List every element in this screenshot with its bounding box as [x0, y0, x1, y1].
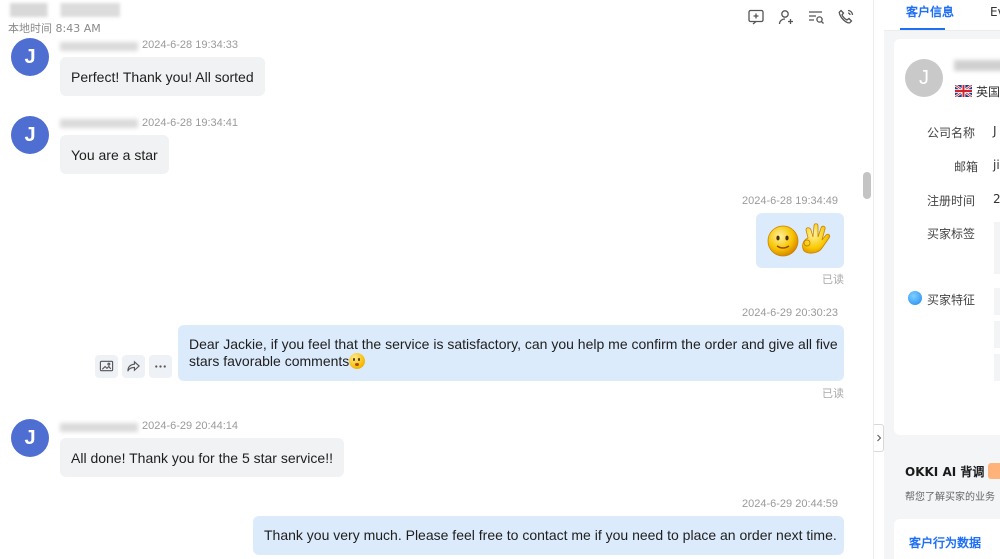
sender-name-redacted: [60, 42, 138, 51]
chat-pane: 本地时间 8:43 AM J 2024-6-28 19:34:33 Perfec…: [0, 0, 873, 559]
message-timestamp: 2024-6-28 19:34:49: [742, 195, 839, 207]
field-label-register-time: 注册时间: [927, 194, 976, 208]
buyer-features-placeholder-3: [994, 354, 1000, 381]
phone-icon[interactable]: [836, 7, 856, 27]
buyer-features-placeholder-2: [994, 321, 1000, 348]
uk-flag-icon: [955, 85, 972, 97]
field-label-buyer-features: 买家特征: [927, 293, 976, 307]
contact-name-redacted: [10, 3, 120, 17]
message-bubble-outgoing[interactable]: [756, 213, 844, 268]
app-root: 本地时间 8:43 AM J 2024-6-28 19:34:33 Perfec…: [0, 0, 1000, 559]
tab-customer-info[interactable]: 客户信息: [906, 3, 954, 20]
chevron-right-icon: [876, 434, 881, 442]
scrollbar-thumb[interactable]: [863, 172, 871, 199]
read-status: 已读: [822, 273, 844, 286]
collapse-panel-button[interactable]: [874, 424, 884, 452]
emoji-smile-ok-icon: [767, 223, 831, 257]
field-label-company: 公司名称: [927, 126, 976, 140]
message-text-line: stars favorable comments: [189, 353, 350, 369]
search-list-icon[interactable]: [806, 7, 826, 27]
sparkle-icon: [908, 291, 922, 305]
read-status: 已读: [822, 387, 844, 400]
contact-avatar[interactable]: J: [11, 116, 49, 154]
customer-avatar: J: [905, 59, 943, 97]
tab-events[interactable]: Ev: [990, 5, 1000, 19]
more-icon[interactable]: [149, 355, 172, 378]
image-icon[interactable]: [95, 355, 118, 378]
panel-tabs: 客户信息 Ev: [884, 0, 1000, 31]
buyer-tags-placeholder: [994, 222, 1000, 274]
ai-badge-icon: [988, 463, 1000, 479]
field-value-email: ji: [993, 158, 1000, 172]
message-timestamp: 2024-6-29 20:44:14: [142, 420, 239, 432]
local-time: 本地时间 8:43 AM: [8, 22, 101, 35]
okki-ai-subtitle: 帮您了解买家的业务: [905, 492, 995, 503]
message-bubble-incoming[interactable]: You are a star: [60, 135, 169, 174]
message-timestamp: 2024-6-29 20:30:23: [742, 307, 839, 319]
field-label-buyer-tags: 买家标签: [927, 227, 976, 241]
customer-behavior-data-link[interactable]: 客户行为数据: [909, 534, 981, 551]
message-bubble-outgoing[interactable]: Dear Jackie, if you feel that the servic…: [178, 325, 844, 381]
customer-name-redacted: [954, 60, 1000, 71]
buyer-features-placeholder-1: [994, 288, 1000, 315]
add-contact-icon[interactable]: [776, 7, 796, 27]
sender-name-redacted: [60, 423, 138, 432]
forward-icon[interactable]: [122, 355, 145, 378]
message-text-line-2: stars favorable comments: [189, 353, 833, 370]
header-toolbar: [746, 7, 856, 27]
field-value-register-time: 2: [993, 192, 1000, 206]
field-value-company: J: [993, 124, 997, 138]
contact-avatar[interactable]: J: [11, 38, 49, 76]
message-action-bar: [95, 355, 172, 378]
message-timestamp: 2024-6-29 20:44:59: [742, 498, 839, 510]
emoji-face-icon: [349, 353, 366, 369]
message-timestamp: 2024-6-28 19:34:33: [142, 39, 239, 51]
pane-divider: [873, 0, 874, 559]
okki-ai-title: OKKI AI 背调: [905, 465, 985, 479]
field-label-email: 邮箱: [954, 160, 979, 174]
message-text-line: Dear Jackie, if you feel that the servic…: [189, 336, 838, 352]
active-tab-underline: [900, 28, 945, 30]
message-bubble-outgoing[interactable]: Thank you very much. Please feel free to…: [253, 516, 844, 555]
message-bubble-incoming[interactable]: All done! Thank you for the 5 star servi…: [60, 438, 344, 477]
sender-name-redacted: [60, 119, 138, 128]
add-note-icon[interactable]: [746, 7, 766, 27]
message-timestamp: 2024-6-28 19:34:41: [142, 117, 239, 129]
contact-avatar[interactable]: J: [11, 419, 49, 457]
customer-country: 英国: [976, 85, 1000, 99]
customer-info-panel: 客户信息 Ev J 英国 公司名称 J 邮箱 ji 注册时间 2 买家标签 买家…: [884, 0, 1000, 559]
chat-header: 本地时间 8:43 AM: [0, 0, 873, 36]
message-bubble-incoming[interactable]: Perfect! Thank you! All sorted: [60, 57, 265, 96]
